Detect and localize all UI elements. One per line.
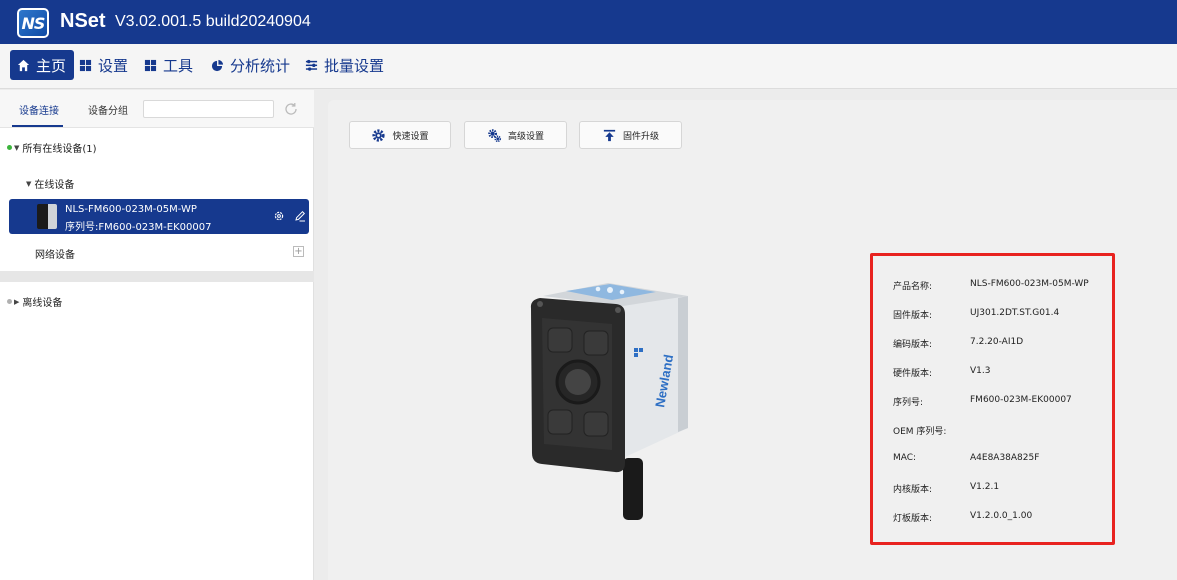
info-value: NLS-FM600-023M-05M-WP bbox=[970, 279, 1089, 289]
info-label: OEM 序列号: bbox=[893, 427, 947, 437]
tab-device-connection[interactable]: 设备连接 bbox=[19, 102, 59, 117]
firmware-upgrade-label: 固件升级 bbox=[622, 131, 659, 142]
grid-icon bbox=[143, 58, 157, 72]
device-info-box: 产品名称: NLS-FM600-023M-05M-WP 固件版本: UJ301.2DT… bbox=[870, 253, 1115, 545]
menu-item-batch-settings[interactable]: 批量设置 bbox=[304, 50, 384, 80]
gear-icon[interactable] bbox=[273, 210, 285, 222]
offline-devices-label: 离线设备 bbox=[22, 298, 63, 309]
tree-online-devices[interactable]: ▼ 在线设备 bbox=[24, 176, 75, 192]
menu-label-batch-settings: 批量设置 bbox=[324, 56, 385, 75]
online-status-dot bbox=[7, 145, 12, 150]
online-devices-label: 在线设备 bbox=[34, 180, 75, 191]
grid-icon bbox=[78, 58, 92, 72]
device-serial: 序列号:FM600-023M-EK00007 bbox=[65, 222, 212, 233]
gears-icon bbox=[488, 128, 502, 142]
tree-network-devices[interactable]: 网络设备 bbox=[35, 246, 75, 261]
info-value: V1.3 bbox=[970, 366, 991, 376]
device-list-item[interactable]: NLS-FM600-023M-05M-WP 序列号:FM600-023M-EK0… bbox=[9, 199, 309, 234]
app-name: NSet bbox=[60, 10, 106, 32]
info-value: FM600-023M-EK00007 bbox=[970, 395, 1072, 405]
info-label: 内核版本: bbox=[893, 485, 933, 495]
panel-divider bbox=[0, 271, 314, 282]
menu-label-settings: 设置 bbox=[98, 56, 129, 75]
info-value: 7.2.20-AI1D bbox=[970, 337, 1024, 347]
tree-all-online[interactable]: ▼ 所有在线设备(1) bbox=[7, 140, 97, 155]
info-value: V1.2.1 bbox=[970, 482, 1000, 492]
info-value: A4E8A38A825F bbox=[970, 453, 1040, 463]
app-logo: NS bbox=[17, 8, 49, 38]
advanced-settings-label: 高级设置 bbox=[507, 131, 544, 142]
menu-label-analytics: 分析统计 bbox=[230, 56, 291, 75]
menu-item-analytics[interactable]: 分析统计 bbox=[210, 50, 290, 80]
active-tab-indicator bbox=[12, 125, 63, 127]
caret-right-icon: ▶ bbox=[14, 297, 20, 306]
info-label: MAC: bbox=[893, 453, 917, 463]
network-devices-label: 网络设备 bbox=[35, 250, 75, 261]
menu-bar: 主页 设置 工具 分析统计 批量设置 bbox=[0, 44, 1177, 89]
offline-status-dot bbox=[7, 299, 12, 304]
menu-item-home[interactable]: 主页 bbox=[10, 50, 75, 80]
caret-down-icon: ▼ bbox=[26, 179, 32, 188]
add-icon[interactable]: + bbox=[293, 246, 304, 257]
menu-item-tools[interactable]: 工具 bbox=[143, 50, 193, 80]
home-icon bbox=[16, 58, 30, 72]
info-label: 硬件版本: bbox=[893, 369, 933, 379]
camera-product-image: Newland bbox=[530, 283, 688, 520]
menu-item-settings[interactable]: 设置 bbox=[78, 50, 128, 80]
advanced-settings-button[interactable]: 高级设置 bbox=[464, 121, 567, 149]
device-detail-panel: 快速设置 高级设置 固件升级 Newland 产品名称: NLS-FM600-0… bbox=[328, 100, 1177, 580]
edit-icon[interactable] bbox=[294, 210, 306, 222]
info-label: 灯板版本: bbox=[893, 514, 933, 524]
pie-chart-icon bbox=[210, 58, 224, 72]
app-version: V3.02.001.5 build20240904 bbox=[115, 13, 311, 30]
caret-down-icon: ▼ bbox=[14, 143, 20, 152]
device-search-input[interactable] bbox=[143, 100, 274, 118]
info-label: 序列号: bbox=[893, 398, 924, 408]
refresh-icon[interactable] bbox=[283, 101, 299, 117]
info-value: V1.2.0.0_1.00 bbox=[970, 511, 1033, 521]
title-bar: NS NSet V3.02.001.5 build20240904 bbox=[0, 0, 1177, 44]
tab-device-group[interactable]: 设备分组 bbox=[88, 102, 128, 117]
menu-label-home: 主页 bbox=[36, 56, 67, 75]
panel-tabs: 设备连接 设备分组 bbox=[0, 90, 314, 128]
logo-text: NS bbox=[19, 10, 47, 36]
device-thumbnail bbox=[37, 204, 57, 229]
device-panel: 设备连接 设备分组 ▼ 所有在线设备(1) ▼ 在线设备 NLS-FM600-0… bbox=[0, 90, 314, 580]
upload-icon bbox=[603, 129, 616, 141]
tree-offline-devices[interactable]: ▶ 离线设备 bbox=[7, 294, 62, 309]
all-online-label: 所有在线设备(1) bbox=[22, 144, 97, 155]
info-label: 固件版本: bbox=[893, 311, 933, 321]
quick-settings-button[interactable]: 快速设置 bbox=[349, 121, 451, 149]
device-name: NLS-FM600-023M-05M-WP bbox=[65, 204, 197, 215]
batch-settings-icon bbox=[304, 58, 318, 72]
menu-label-tools: 工具 bbox=[163, 56, 194, 75]
info-label: 产品名称: bbox=[893, 282, 933, 292]
quick-settings-label: 快速设置 bbox=[392, 131, 429, 142]
info-value: UJ301.2DT.ST.G01.4 bbox=[970, 308, 1060, 318]
gear-icon bbox=[372, 128, 386, 142]
info-label: 编码版本: bbox=[893, 340, 933, 350]
firmware-upgrade-button[interactable]: 固件升级 bbox=[579, 121, 682, 149]
